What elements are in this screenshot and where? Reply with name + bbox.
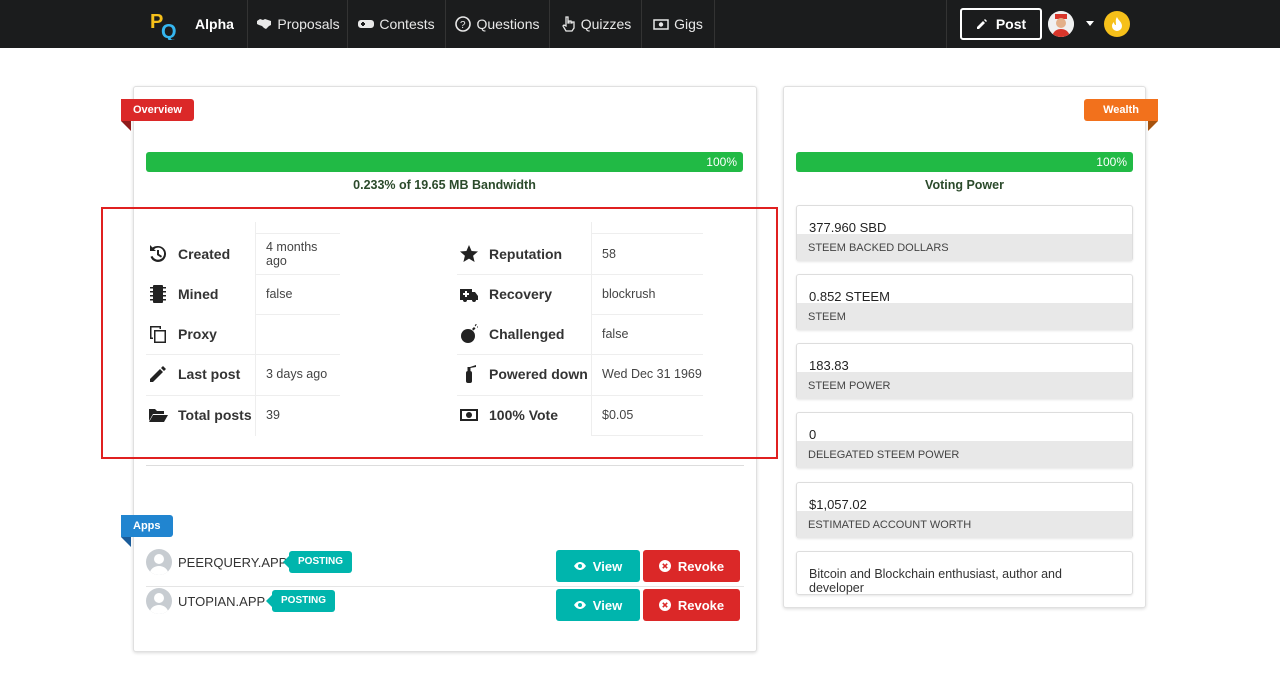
user-avatar-image — [1048, 11, 1074, 37]
eye-icon — [573, 601, 586, 609]
stat-sbd: 377.960 SBD STEEM BACKED DOLLARS — [796, 205, 1133, 261]
profile-about: Bitcoin and Blockchain enthusiast, autho… — [796, 551, 1133, 595]
post-button-label: Post — [995, 16, 1027, 32]
stat-account-worth: $1,057.02 ESTIMATED ACCOUNT WORTH — [796, 482, 1133, 538]
app-name: PEERQUERY.APP — [178, 555, 288, 570]
view-app-button[interactable]: View — [556, 589, 640, 621]
user-menu-caret-icon[interactable] — [1086, 21, 1094, 26]
stat-value: 0 — [809, 427, 817, 442]
stat-value: $1,057.02 — [809, 497, 867, 512]
gamepad-icon — [358, 20, 375, 28]
revoke-app-button[interactable]: Revoke — [643, 589, 740, 621]
voting-power-progress: 100% — [796, 152, 1133, 172]
steem-wallet-icon[interactable] — [1104, 11, 1130, 37]
revoke-app-button[interactable]: Revoke — [643, 550, 740, 582]
nav-contests[interactable]: Contests — [348, 0, 446, 48]
stat-label: DELEGATED STEEM POWER — [797, 441, 1132, 468]
view-app-button[interactable]: View — [556, 550, 640, 582]
svg-text:?: ? — [460, 20, 466, 31]
overview-ribbon: Overview — [121, 99, 194, 131]
apps-ribbon: Apps — [121, 515, 173, 547]
highlight-box — [101, 207, 778, 459]
bandwidth-label: 0.233% of 19.65 MB Bandwidth — [353, 178, 536, 192]
svg-text:Q: Q — [161, 21, 177, 40]
stat-steem-power: 183.83 STEEM POWER — [796, 343, 1133, 399]
nav-label: Questions — [476, 16, 540, 32]
nav-gigs[interactable]: Gigs — [642, 0, 715, 48]
stat-label: STEEM BACKED DOLLARS — [797, 234, 1132, 261]
view-button-label: View — [592, 558, 623, 574]
pencil-icon — [976, 19, 987, 29]
nav-quizzes[interactable]: Quizzes — [550, 0, 642, 48]
stat-label: STEEM POWER — [797, 372, 1132, 399]
stat-steem: 0.852 STEEM STEEM — [796, 274, 1133, 330]
nav-label: Gigs — [674, 16, 703, 32]
times-circle-icon — [658, 560, 671, 572]
brand-label[interactable]: Alpha — [182, 0, 248, 48]
bandwidth-progress-bar: 100% — [146, 152, 743, 172]
post-button[interactable]: Post — [960, 8, 1042, 40]
bandwidth-progress: 100% — [146, 152, 743, 172]
wealth-ribbon: Wealth — [1084, 99, 1158, 131]
app-row: UTOPIAN.APP POSTING View Revoke — [146, 588, 744, 626]
app-name: UTOPIAN.APP — [178, 594, 266, 609]
app-permission-tag: POSTING — [282, 551, 353, 573]
user-avatar[interactable] — [1048, 11, 1074, 37]
pointer-hand-icon — [561, 16, 575, 32]
section-divider — [146, 465, 744, 466]
app-row: PEERQUERY.APP POSTING View Revoke — [146, 549, 744, 587]
nav-label: Contests — [379, 16, 435, 32]
flame-icon — [1112, 17, 1122, 31]
eye-icon — [573, 562, 586, 570]
stat-label: STEEM — [797, 303, 1132, 330]
money-bill-icon — [653, 19, 669, 30]
top-navbar: P Q Alpha Proposals Contests ? Questions… — [0, 0, 1280, 48]
nav-proposals[interactable]: Proposals — [249, 0, 348, 48]
nav-divider — [946, 0, 947, 48]
revoke-button-label: Revoke — [677, 558, 725, 574]
voting-power-progress-bar: 100% — [796, 152, 1133, 172]
question-circle-icon: ? — [455, 16, 472, 32]
handshake-icon — [257, 19, 272, 29]
stat-value: 0.852 STEEM — [809, 289, 890, 304]
nav-questions[interactable]: ? Questions — [446, 0, 550, 48]
stat-delegated-steem-power: 0 DELEGATED STEEM POWER — [796, 412, 1133, 468]
nav-label: Proposals — [277, 16, 340, 32]
revoke-button-label: Revoke — [677, 597, 725, 613]
app-avatar — [146, 588, 172, 614]
app-permission-tag: POSTING — [265, 590, 336, 612]
stat-label: ESTIMATED ACCOUNT WORTH — [797, 511, 1132, 538]
nav-label: Quizzes — [580, 16, 632, 32]
stat-value: 377.960 SBD — [809, 220, 887, 235]
stat-value: 183.83 — [809, 358, 849, 373]
voting-power-label: Voting Power — [925, 178, 1004, 192]
times-circle-icon — [658, 599, 671, 611]
peerquery-logo[interactable]: P Q — [150, 8, 178, 40]
app-avatar — [146, 549, 172, 575]
view-button-label: View — [592, 597, 623, 613]
